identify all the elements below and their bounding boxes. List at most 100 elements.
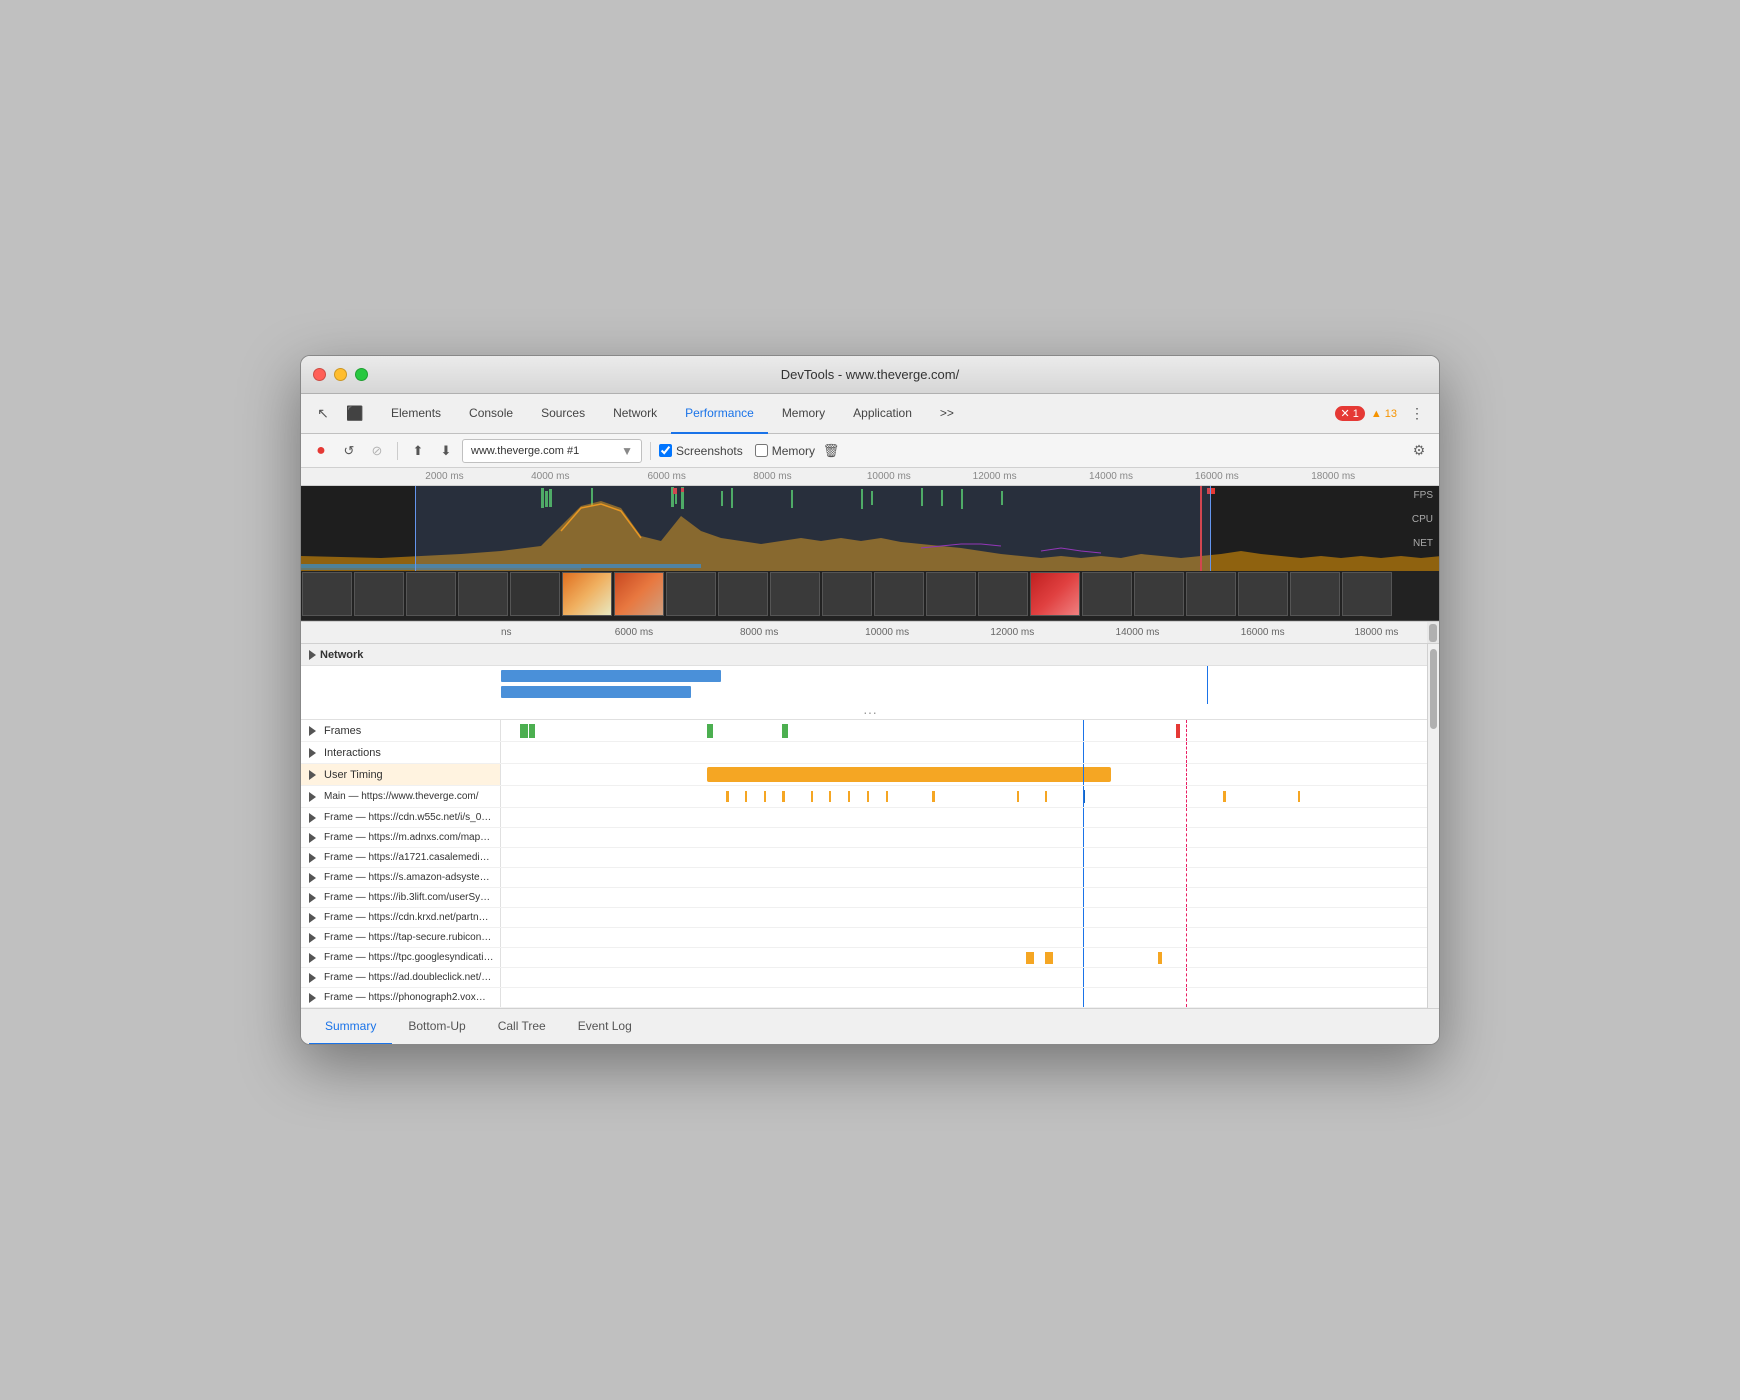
main-toolbar: ↖ ⬛ Elements Console Sources Network Per… xyxy=(301,394,1439,434)
record-button[interactable]: ● xyxy=(309,439,333,463)
main-label: Main — https://www.theverge.com/ xyxy=(301,786,501,807)
maximize-button[interactable] xyxy=(355,368,368,381)
screenshot-thumb-18 xyxy=(1186,572,1236,616)
minimize-button[interactable] xyxy=(334,368,347,381)
interactions-row[interactable]: Interactions xyxy=(301,742,1439,764)
main-bar-2 xyxy=(745,791,747,802)
network-section-header[interactable]: Network xyxy=(301,644,1439,666)
screenshot-thumb-1 xyxy=(302,572,352,616)
frame-row-9[interactable]: Frame — https://phonograph2.voxmedia.com… xyxy=(301,988,1439,1008)
delete-button[interactable]: 🗑 xyxy=(819,439,843,463)
screenshots-label: Screenshots xyxy=(676,444,743,458)
main-bar-4 xyxy=(782,791,785,802)
tab-call-tree[interactable]: Call Tree xyxy=(482,1009,562,1045)
tab-bar: Elements Console Sources Network Perform… xyxy=(377,394,968,433)
tab-performance[interactable]: Performance xyxy=(671,394,768,434)
frames-content xyxy=(501,720,1439,741)
frame-label-7: Frame — https://tpc.googlesyndication.co… xyxy=(301,948,501,967)
error-icon: ✕ xyxy=(1341,407,1350,420)
pink-line-interactions xyxy=(1186,742,1187,763)
url-selector[interactable]: www.theverge.com #1 ▼ xyxy=(462,439,642,463)
upload-button[interactable]: ⬆ xyxy=(406,439,430,463)
network-bars xyxy=(301,666,1439,704)
frame-row-1[interactable]: Frame — https://m.adnxs.com/mapuid?membe… xyxy=(301,828,1439,848)
frame-marker-4 xyxy=(782,724,788,738)
frame-row-6[interactable]: Frame — https://tap-secure.rubiconprojec… xyxy=(301,928,1439,948)
screenshot-thumb-8 xyxy=(666,572,716,616)
screenshots-checkbox[interactable] xyxy=(659,444,672,457)
frame-6-arrow xyxy=(309,933,316,943)
frame-row-4[interactable]: Frame — https://ib.3lift.com/userSync.ht… xyxy=(301,888,1439,908)
frames-row[interactable]: Frames xyxy=(301,720,1439,742)
frame-row-3[interactable]: Frame — https://s.amazon-adsystem.com/ec… xyxy=(301,868,1439,888)
tab-network[interactable]: Network xyxy=(599,394,671,434)
user-timing-row[interactable]: User Timing xyxy=(301,764,1439,786)
main-row[interactable]: Main — https://www.theverge.com/ xyxy=(301,786,1439,808)
warning-count-badge[interactable]: ▲ 13 xyxy=(1371,408,1397,420)
tab-more[interactable]: >> xyxy=(926,394,968,434)
window-title: DevTools - www.theverge.com/ xyxy=(781,367,959,382)
frame-label-8: Frame — https://ad.doubleclick.net/ddm/a… xyxy=(301,968,501,987)
ruler-mark-14000: 14000 ms xyxy=(1089,471,1133,482)
main-bar-3 xyxy=(764,791,766,802)
flame-chart-wrapper: Network ··· Frames xyxy=(301,644,1439,1008)
screenshot-thumb-20 xyxy=(1290,572,1340,616)
warning-icon: ▲ xyxy=(1371,408,1382,420)
frame-8-arrow xyxy=(309,973,316,983)
memory-checkbox[interactable] xyxy=(755,444,768,457)
tab-bottom-up[interactable]: Bottom-Up xyxy=(392,1009,481,1045)
frame-marker-red xyxy=(1176,724,1180,738)
settings-button[interactable]: ⚙ xyxy=(1407,439,1431,463)
frame-7-bar-2 xyxy=(1045,952,1053,964)
bottom-tabs-bar: Summary Bottom-Up Call Tree Event Log xyxy=(301,1008,1439,1044)
download-button[interactable]: ⬇ xyxy=(434,439,458,463)
separator2 xyxy=(650,442,651,460)
tab-memory[interactable]: Memory xyxy=(768,394,839,434)
more-options-button[interactable]: ⋮ xyxy=(1403,400,1431,428)
frame-row-7[interactable]: Frame — https://tpc.googlesyndication.co… xyxy=(301,948,1439,968)
ruler-mark-2000: 2000 ms xyxy=(425,471,463,482)
scrollbar-thumb-v[interactable] xyxy=(1430,649,1437,729)
frame-7-content xyxy=(501,948,1439,967)
pink-line-timing xyxy=(1186,764,1187,785)
frame-label-6: Frame — https://tap-secure.rubiconprojec… xyxy=(301,928,501,947)
selection-range xyxy=(415,486,1212,571)
ruler-mark-6000: 6000 ms xyxy=(647,471,685,482)
frame-row-5[interactable]: Frame — https://cdn.krxd.net/partnerjs/x… xyxy=(301,908,1439,928)
main-bar-13 xyxy=(1223,791,1226,802)
frame-7-bar-3 xyxy=(1158,952,1162,964)
error-count-badge[interactable]: ✕ 1 xyxy=(1335,406,1365,421)
close-button[interactable] xyxy=(313,368,326,381)
vertical-scrollbar[interactable] xyxy=(1427,644,1439,1008)
memory-checkbox-label[interactable]: Memory xyxy=(755,444,815,458)
cursor-tool-button[interactable]: ↖ xyxy=(309,400,337,428)
cursor-line-timing xyxy=(1083,764,1085,785)
tab-summary[interactable]: Summary xyxy=(309,1009,392,1045)
main-bar-1 xyxy=(726,791,729,802)
frame-label-9: Frame — https://phonograph2.voxmedia.com… xyxy=(301,988,501,1007)
tab-event-log[interactable]: Event Log xyxy=(562,1009,648,1045)
ruler2-6000: 6000 ms xyxy=(615,627,653,638)
tab-elements[interactable]: Elements xyxy=(377,394,455,434)
frame-1-arrow xyxy=(309,833,316,843)
frame-row-2[interactable]: Frame — https://a1721.casalemedia.com/if… xyxy=(301,848,1439,868)
horizontal-scrollbar[interactable] xyxy=(1427,622,1439,643)
frame-row-8[interactable]: Frame — https://ad.doubleclick.net/ddm/a… xyxy=(301,968,1439,988)
interactions-label: Interactions xyxy=(301,742,501,763)
scrollbar-thumb[interactable] xyxy=(1429,624,1437,642)
frame-row-0[interactable]: Frame — https://cdn.w55c.net/i/s_0RB7U9m… xyxy=(301,808,1439,828)
frame-4-arrow xyxy=(309,893,316,903)
reload-button[interactable]: ↺ xyxy=(337,439,361,463)
screenshot-thumb-15 xyxy=(1030,572,1080,616)
tab-sources[interactable]: Sources xyxy=(527,394,599,434)
screenshot-thumb-16 xyxy=(1082,572,1132,616)
frame-2-arrow xyxy=(309,853,316,863)
flame-chart[interactable]: Network ··· Frames xyxy=(301,644,1439,1008)
cursor-line-interactions xyxy=(1083,742,1085,763)
screenshots-checkbox-label[interactable]: Screenshots xyxy=(659,444,743,458)
screenshot-thumb-17 xyxy=(1134,572,1184,616)
dock-button[interactable]: ⬛ xyxy=(341,400,369,428)
tab-application[interactable]: Application xyxy=(839,394,926,434)
stop-button[interactable]: ⊘ xyxy=(365,439,389,463)
tab-console[interactable]: Console xyxy=(455,394,527,434)
